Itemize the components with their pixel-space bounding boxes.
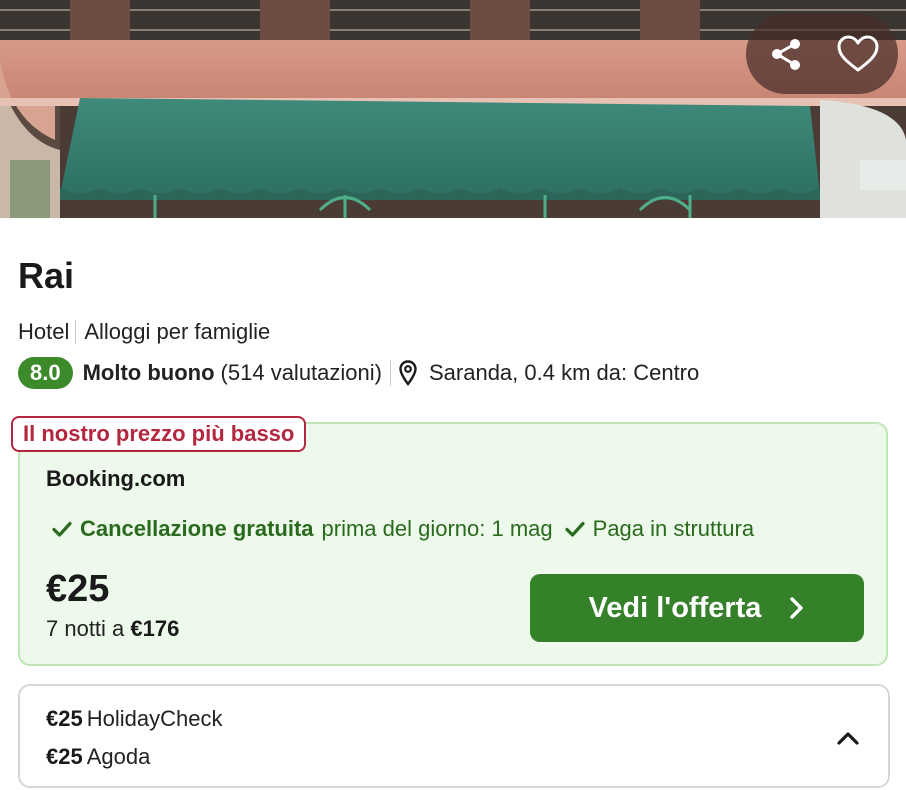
score-badge: 8.0 [18, 357, 73, 389]
deal-features: Cancellazione gratuita prima del giorno:… [52, 516, 754, 542]
offer-provider: HolidayCheck [86, 706, 223, 731]
checkmark-icon [52, 521, 72, 537]
share-icon [772, 39, 800, 70]
collapse-offers-button[interactable] [830, 720, 866, 756]
pay-at-property-label: Paga in struttura [592, 516, 755, 541]
favorite-button[interactable] [836, 32, 880, 76]
divider [75, 320, 77, 344]
view-offer-button[interactable]: Vedi l'offerta [530, 574, 864, 642]
offer-price: €25 [46, 706, 83, 731]
map-pin-icon [399, 360, 417, 386]
checkmark-icon [565, 521, 585, 537]
deal-provider: Booking.com [46, 466, 186, 491]
divider [389, 360, 391, 386]
offer-provider: Agoda [86, 744, 151, 769]
free-cancellation-label: Cancellazione gratuita [80, 516, 314, 541]
hotel-name: Rai [18, 255, 75, 296]
review-count[interactable]: (514 valutazioni) [221, 357, 382, 389]
chevron-right-icon [790, 597, 804, 619]
heart-icon [837, 35, 879, 72]
hotel-category: Alloggi per famiglie [84, 319, 271, 344]
photo-actions [746, 14, 898, 94]
rating-label: Molto buono [82, 360, 215, 385]
hotel-meta: Hotel Alloggi per famiglie [18, 318, 270, 346]
total-price: €176 [130, 616, 180, 641]
share-button[interactable] [764, 32, 808, 76]
best-deal-card[interactable]: Booking.com Cancellazione gratuita prima… [18, 422, 888, 666]
offer-price: €25 [46, 744, 83, 769]
nightly-price: €25 [46, 568, 110, 610]
view-offer-label: Vedi l'offerta [588, 591, 762, 624]
lowest-price-tag: Il nostro prezzo più basso [11, 416, 307, 452]
hotel-location[interactable]: Saranda, 0.4 km da: Centro [429, 357, 699, 389]
other-offers-card[interactable]: €25 HolidayCheck €25 Agoda [18, 684, 890, 788]
other-offer-row[interactable]: €25 HolidayCheck [46, 706, 222, 732]
cancellation-date: prima del giorno: 1 mag [321, 516, 553, 541]
rating-row: 8.0 Molto buono (514 valutazioni) Sarand… [18, 357, 699, 389]
nights-label: 7 notti a [46, 616, 125, 641]
chevron-up-icon [837, 732, 859, 745]
hotel-type: Hotel [18, 319, 70, 344]
total-price-line: 7 notti a €176 [46, 616, 179, 642]
other-offer-row[interactable]: €25 Agoda [46, 744, 150, 770]
